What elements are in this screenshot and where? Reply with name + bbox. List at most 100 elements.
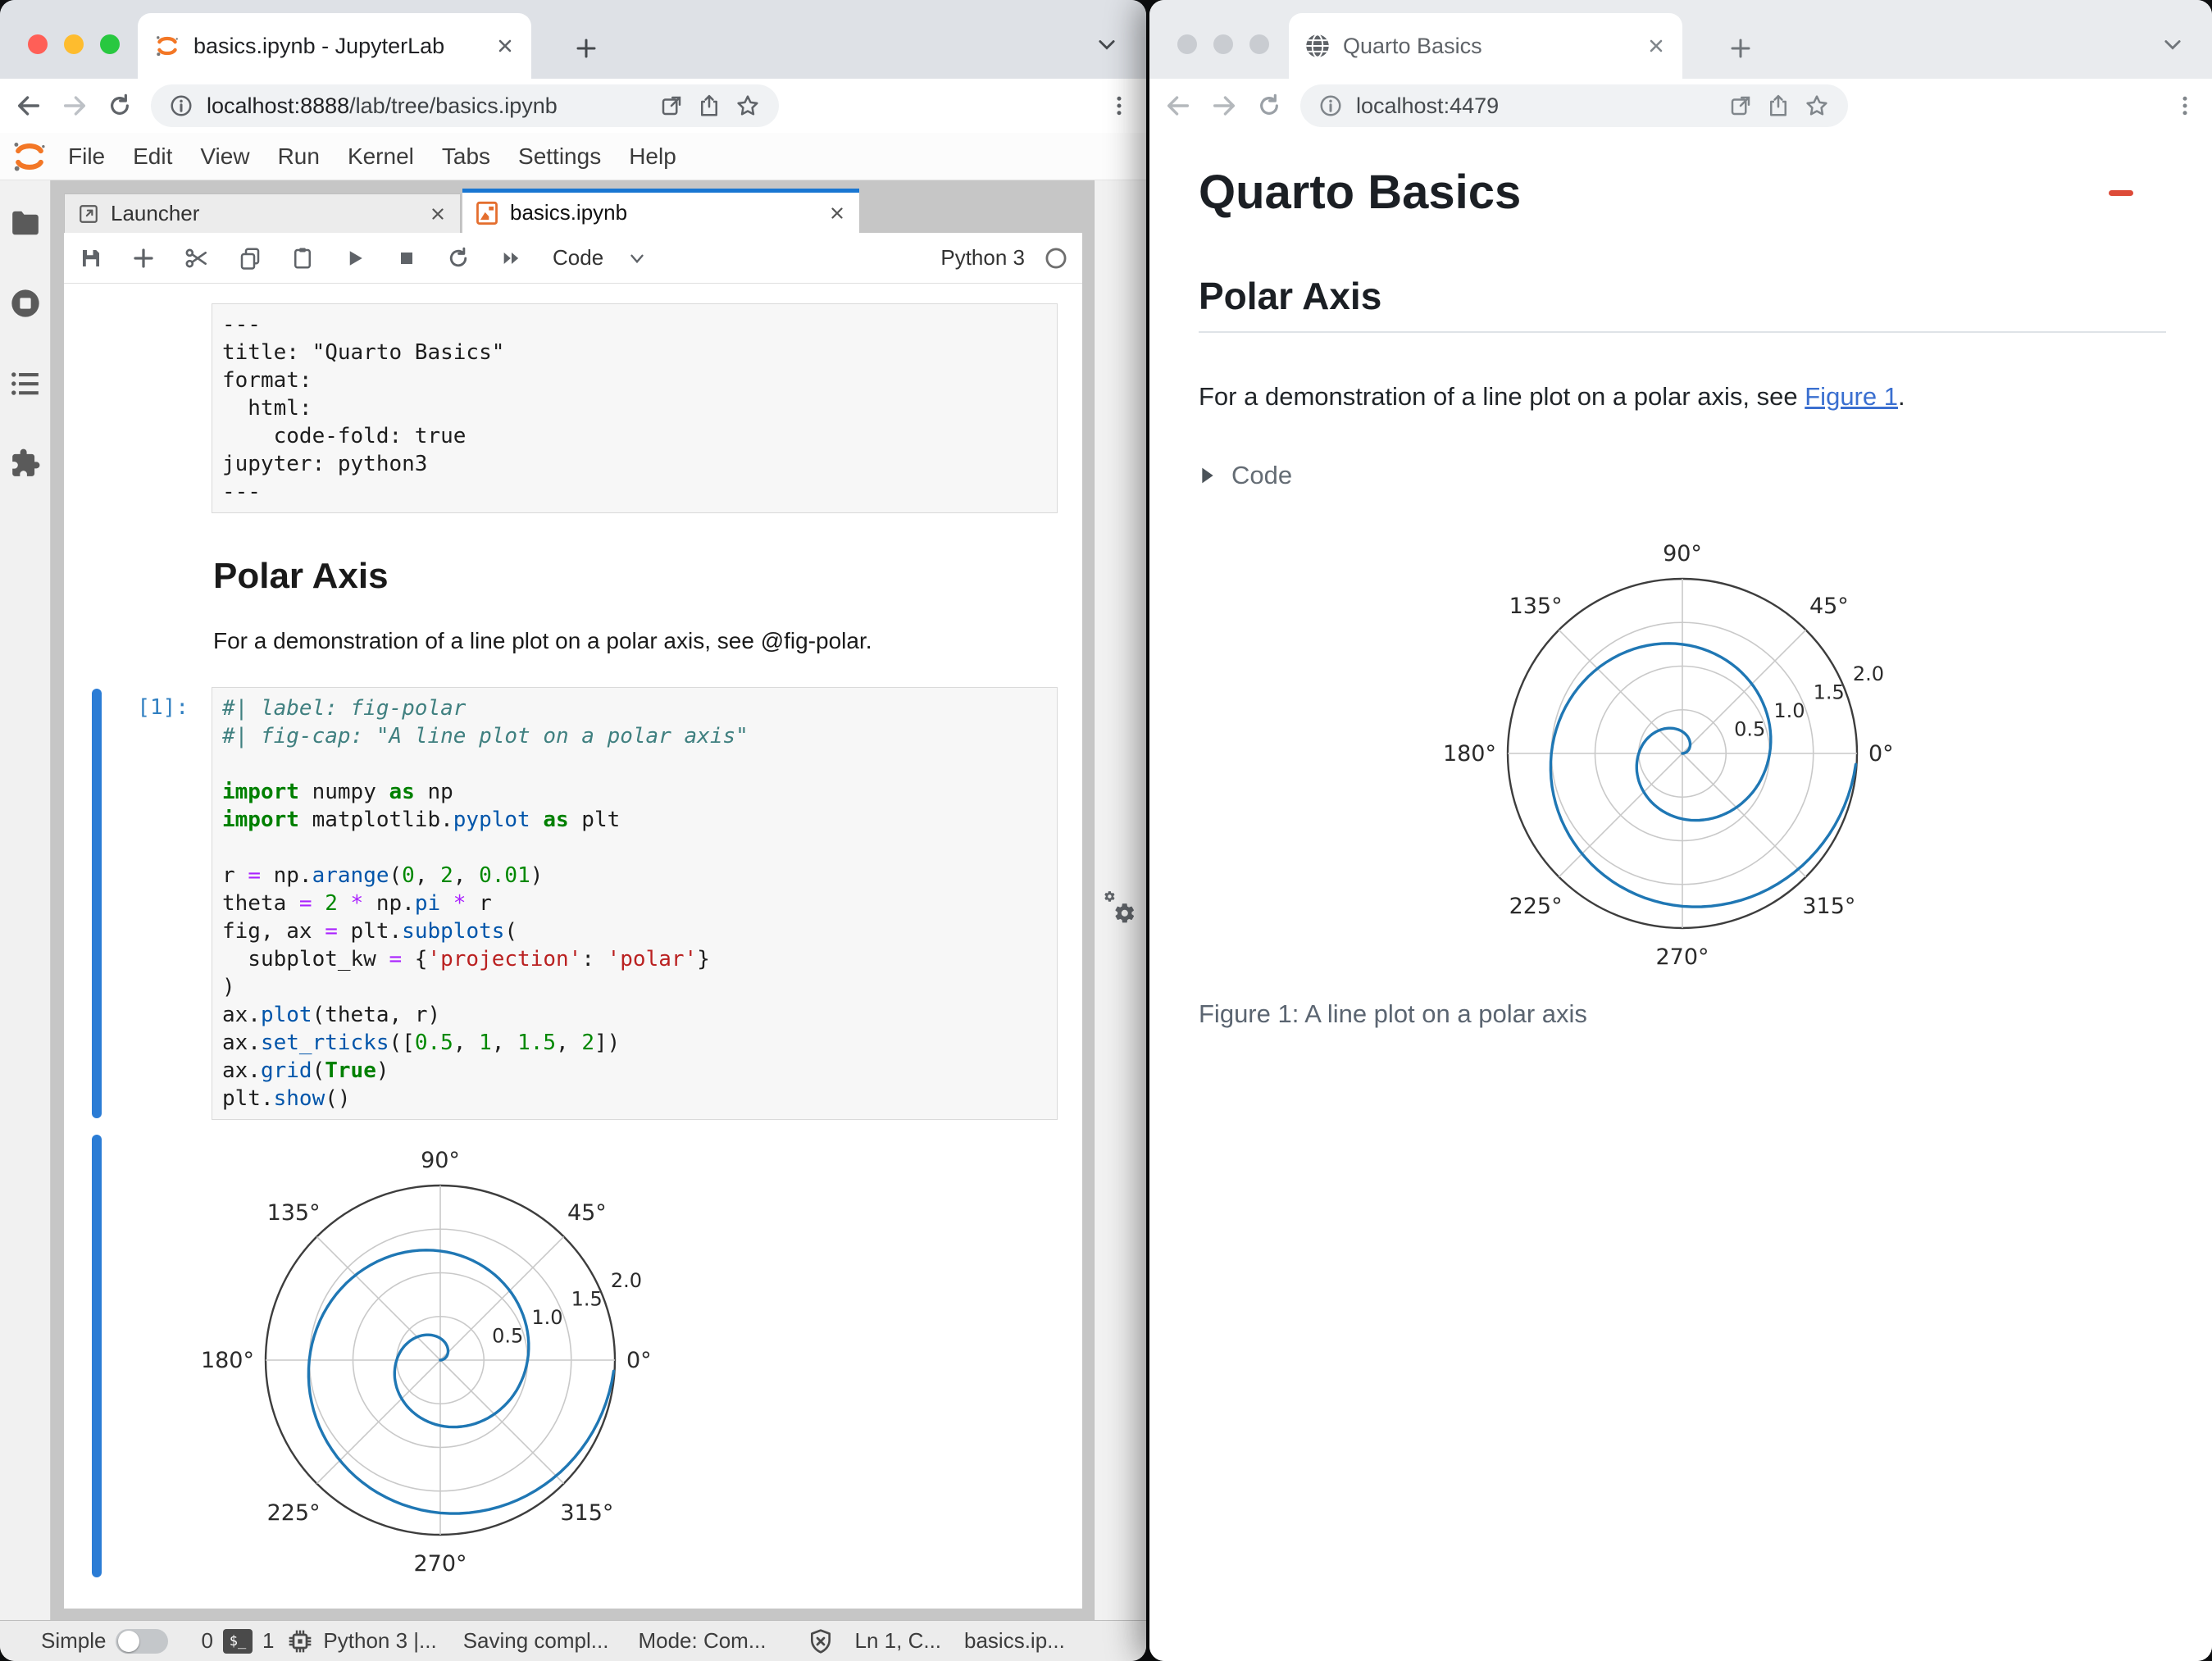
back-icon[interactable]: [1164, 92, 1192, 120]
close-window-button[interactable]: [1177, 34, 1197, 54]
share-icon[interactable]: [697, 93, 721, 118]
insert-cell-plus-icon[interactable]: [131, 246, 156, 271]
disclosure-triangle-icon[interactable]: [1199, 466, 1217, 485]
cell-type-chevron-icon[interactable]: [626, 248, 648, 269]
property-inspector-gears-icon[interactable]: [1102, 198, 1140, 1620]
zoom-window-button[interactable]: [100, 34, 120, 54]
figure-caption: Figure 1: A line plot on a polar axis: [1199, 999, 1587, 1028]
zoom-window-button[interactable]: [1249, 34, 1269, 54]
minimize-window-button[interactable]: [1213, 34, 1233, 54]
open-in-window-icon[interactable]: [1728, 93, 1753, 118]
right-sidebar-rail: [1094, 180, 1146, 1620]
code-fold-label: Code: [1231, 461, 1293, 489]
raw-cell-editor[interactable]: --- title: "Quarto Basics" format: html: c…: [212, 303, 1058, 513]
close-icon[interactable]: [429, 205, 447, 223]
browser-tab-title: basics.ipynb - JupyterLab: [193, 33, 445, 58]
tab-launcher[interactable]: Launcher: [64, 193, 461, 233]
output-collapser[interactable]: [92, 1135, 102, 1577]
interrupt-kernel-icon[interactable]: [395, 247, 418, 270]
tab-search-chevron-icon[interactable]: [2161, 33, 2184, 56]
close-tab-icon[interactable]: [1646, 36, 1666, 56]
file-browser-icon[interactable]: [10, 210, 41, 236]
simple-mode-toggle[interactable]: [116, 1628, 169, 1654]
browser-tab-jupyterlab[interactable]: basics.ipynb - JupyterLab: [138, 13, 531, 79]
figure-1-link[interactable]: Figure 1: [1805, 382, 1898, 411]
site-info-icon[interactable]: [169, 93, 193, 118]
back-icon[interactable]: [15, 92, 43, 120]
kernels-count[interactable]: 1: [262, 1628, 274, 1654]
browser-menu-dots-icon[interactable]: [1107, 93, 1131, 118]
table-of-contents-icon[interactable]: [10, 371, 41, 397]
input-collapser[interactable]: [92, 689, 102, 1118]
terminals-count[interactable]: 0: [201, 1628, 212, 1654]
close-window-button[interactable]: [28, 34, 48, 54]
browser-tab-quarto[interactable]: Quarto Basics: [1289, 13, 1682, 79]
url-text[interactable]: localhost:4479: [1356, 93, 1715, 119]
new-tab-button[interactable]: [1728, 36, 1753, 61]
notifications-icon[interactable]: [808, 1628, 834, 1654]
paste-icon[interactable]: [290, 246, 315, 271]
section-heading-polar-axis: Polar Axis: [1199, 274, 2166, 333]
kernel-status-circle-icon[interactable]: [1045, 247, 1067, 270]
address-bar[interactable]: localhost:4479: [1300, 84, 1848, 127]
address-bar[interactable]: localhost:8888/lab/tree/basics.ipynb: [151, 84, 779, 127]
run-cell-icon[interactable]: [343, 246, 367, 271]
copy-icon[interactable]: [238, 246, 262, 271]
tab-search-chevron-icon[interactable]: [1095, 33, 1118, 56]
markdown-cell[interactable]: Polar Axis For a demonstration of a line…: [213, 556, 1058, 658]
extensions-puzzle-icon[interactable]: [10, 448, 41, 479]
share-icon[interactable]: [1766, 93, 1791, 118]
reload-icon[interactable]: [1256, 93, 1282, 119]
browser-menu-dots-icon[interactable]: [2173, 93, 2197, 118]
svg-text:225°: 225°: [1509, 894, 1563, 919]
forward-icon[interactable]: [1210, 92, 1238, 120]
menu-settings[interactable]: Settings: [504, 143, 615, 170]
new-tab-button[interactable]: [574, 36, 599, 61]
cut-scissors-icon[interactable]: [184, 245, 210, 271]
running-kernels-icon[interactable]: [9, 287, 42, 320]
kernel-name[interactable]: Python 3: [940, 245, 1025, 271]
kernel-chip-icon[interactable]: [287, 1628, 313, 1654]
forward-icon[interactable]: [61, 92, 89, 120]
close-icon[interactable]: [828, 204, 846, 222]
raw-yaml-cell[interactable]: --- title: "Quarto Basics" format: html: c…: [64, 303, 1082, 513]
code-fold-disclosure[interactable]: Code: [1199, 461, 2166, 490]
svg-text:2.0: 2.0: [611, 1269, 642, 1292]
cursor-position-text[interactable]: Ln 1, C...: [855, 1628, 942, 1654]
active-file-text[interactable]: basics.ip...: [964, 1628, 1065, 1654]
save-icon[interactable]: [79, 246, 103, 271]
restart-run-all-icon[interactable]: [498, 247, 525, 270]
markdown-paragraph: For a demonstration of a line plot on a …: [213, 628, 872, 653]
code-cell-editor[interactable]: #| label: fig-polar #| fig-cap: "A line p…: [212, 687, 1058, 1120]
profile-sync-error-dash: [2109, 190, 2133, 196]
svg-text:1.5: 1.5: [1814, 680, 1845, 703]
cell-type-select[interactable]: Code: [553, 245, 603, 271]
svg-text:270°: 270°: [1655, 944, 1709, 970]
menu-kernel[interactable]: Kernel: [334, 143, 428, 170]
code-cell[interactable]: [1]: #| label: fig-polar #| fig-cap: "A l…: [64, 687, 1082, 1120]
menu-file[interactable]: File: [54, 143, 119, 170]
kernel-status-text[interactable]: Python 3 |...: [323, 1628, 436, 1654]
output-cell: 0° 45° 90° 135° 180° 225° 270° 315° 0.5 1.0 1.5 2.0: [64, 1133, 1082, 1592]
open-in-window-icon[interactable]: [659, 93, 684, 118]
terminal-icon[interactable]: $_: [222, 1628, 253, 1654]
menu-help[interactable]: Help: [615, 143, 690, 170]
menu-tabs[interactable]: Tabs: [428, 143, 504, 170]
menu-run[interactable]: Run: [264, 143, 334, 170]
menu-view[interactable]: View: [186, 143, 263, 170]
svg-text:45°: 45°: [1809, 594, 1849, 619]
svg-text:135°: 135°: [267, 1200, 321, 1226]
reload-icon[interactable]: [107, 93, 133, 119]
minimize-window-button[interactable]: [64, 34, 84, 54]
svg-text:0.5: 0.5: [492, 1324, 523, 1347]
bookmark-star-icon[interactable]: [1804, 93, 1830, 119]
bookmark-star-icon[interactable]: [735, 93, 761, 119]
menu-edit[interactable]: Edit: [119, 143, 186, 170]
svg-text:180°: 180°: [201, 1348, 254, 1373]
tab-notebook-basics[interactable]: basics.ipynb: [462, 189, 859, 233]
restart-kernel-icon[interactable]: [446, 246, 471, 271]
url-path: /lab/tree/basics.ipynb: [349, 93, 558, 118]
close-tab-icon[interactable]: [495, 36, 515, 56]
url-text[interactable]: localhost:8888/lab/tree/basics.ipynb: [207, 93, 646, 119]
site-info-icon[interactable]: [1318, 93, 1343, 118]
